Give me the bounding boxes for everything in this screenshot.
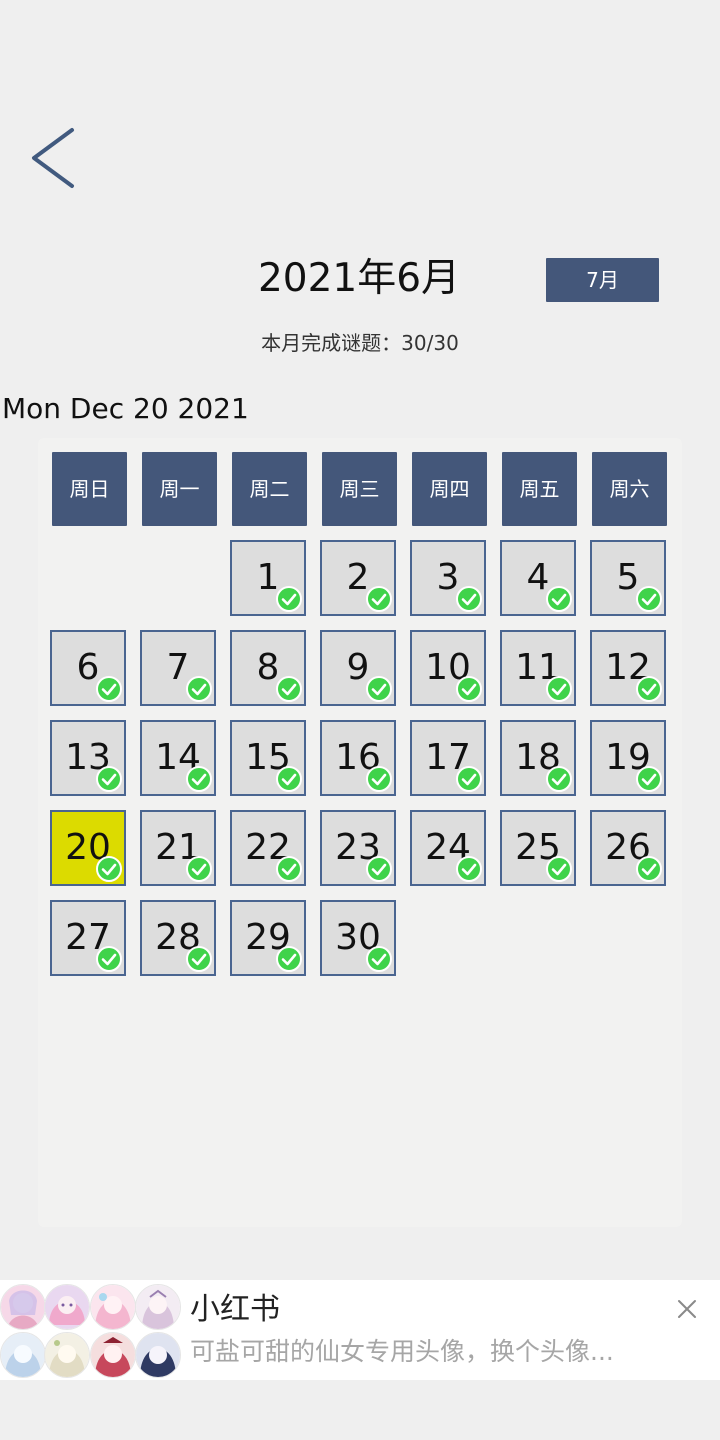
check-circle-icon (545, 855, 573, 883)
check-circle-icon (455, 585, 483, 613)
close-icon (678, 1300, 696, 1318)
next-month-button[interactable]: 7月 (546, 258, 659, 302)
calendar-day-22[interactable]: 22 (230, 810, 306, 886)
monthly-progress-text: 本月完成谜题：30/30 (261, 331, 459, 355)
calendar-day-10[interactable]: 10 (410, 630, 486, 706)
calendar-day-14[interactable]: 14 (140, 720, 216, 796)
ad-description: 可盐可甜的仙女专用头像，换个头像... (190, 1337, 614, 1366)
current-date-text: Mon Dec 20 2021 (2, 392, 249, 425)
close-ad-button[interactable] (672, 1294, 702, 1324)
calendar-day-1[interactable]: 1 (230, 540, 306, 616)
check-circle-icon (275, 765, 303, 793)
calendar-day-2[interactable]: 2 (320, 540, 396, 616)
check-circle-icon (95, 675, 123, 703)
calendar-day-8[interactable]: 8 (230, 630, 306, 706)
check-circle-icon (95, 855, 123, 883)
calendar-day-11[interactable]: 11 (500, 630, 576, 706)
calendar-day-19[interactable]: 19 (590, 720, 666, 796)
check-circle-icon (365, 585, 393, 613)
avatar-thumbnail (44, 1332, 90, 1378)
check-circle-icon (635, 585, 663, 613)
avatar-thumbnail (135, 1332, 181, 1378)
check-circle-icon (275, 855, 303, 883)
calendar-day-27[interactable]: 27 (50, 900, 126, 976)
calendar-day-9[interactable]: 9 (320, 630, 396, 706)
weekday-sat: 周六 (592, 452, 667, 526)
calendar-day-6[interactable]: 6 (50, 630, 126, 706)
calendar-day-15[interactable]: 15 (230, 720, 306, 796)
avatar-thumbnail (135, 1284, 181, 1330)
check-circle-icon (275, 945, 303, 973)
calendar-day-29[interactable]: 29 (230, 900, 306, 976)
weekday-fri: 周五 (502, 452, 577, 526)
check-circle-icon (185, 855, 213, 883)
calendar-day-3[interactable]: 3 (410, 540, 486, 616)
calendar-day-18[interactable]: 18 (500, 720, 576, 796)
calendar-day-23[interactable]: 23 (320, 810, 396, 886)
avatar-thumbnail (44, 1284, 90, 1330)
check-circle-icon (365, 945, 393, 973)
weekday-thu: 周四 (412, 452, 487, 526)
chevron-left-icon (32, 128, 74, 188)
calendar-day-21[interactable]: 21 (140, 810, 216, 886)
avatar-thumbnail (90, 1284, 136, 1330)
calendar-day-7[interactable]: 7 (140, 630, 216, 706)
check-circle-icon (545, 675, 573, 703)
check-circle-icon (635, 765, 663, 793)
check-circle-icon (185, 675, 213, 703)
calendar-day-12[interactable]: 12 (590, 630, 666, 706)
calendar-day-20[interactable]: 20 (50, 810, 126, 886)
check-circle-icon (185, 945, 213, 973)
check-circle-icon (95, 945, 123, 973)
calendar-day-17[interactable]: 17 (410, 720, 486, 796)
month-title: 2021年6月 (257, 256, 461, 301)
calendar-day-25[interactable]: 25 (500, 810, 576, 886)
avatar-thumbnail (0, 1332, 46, 1378)
check-circle-icon (185, 765, 213, 793)
weekday-tue: 周二 (232, 452, 307, 526)
ad-thumbnail-grid (0, 1284, 181, 1378)
weekday-sun: 周日 (52, 452, 127, 526)
weekday-mon: 周一 (142, 452, 217, 526)
check-circle-icon (275, 675, 303, 703)
calendar-day-16[interactable]: 16 (320, 720, 396, 796)
calendar-day-24[interactable]: 24 (410, 810, 486, 886)
check-circle-icon (635, 675, 663, 703)
calendar-day-4[interactable]: 4 (500, 540, 576, 616)
check-circle-icon (365, 765, 393, 793)
ad-banner[interactable]: 小红书 可盐可甜的仙女专用头像，换个头像... (0, 1280, 720, 1380)
avatar-thumbnail (0, 1284, 46, 1330)
check-circle-icon (455, 855, 483, 883)
back-button[interactable] (22, 120, 92, 200)
calendar-day-26[interactable]: 26 (590, 810, 666, 886)
ad-title: 小红书 (190, 1292, 280, 1327)
calendar-panel: 周日 周一 周二 周三 周四 周五 周六 1 2 3 4 5 6 7 8 9 10 11 12 13 14… (38, 438, 682, 1227)
avatar-thumbnail (90, 1332, 136, 1378)
check-circle-icon (455, 765, 483, 793)
check-circle-icon (365, 855, 393, 883)
weekday-wed: 周三 (322, 452, 397, 526)
check-circle-icon (95, 765, 123, 793)
calendar-day-28[interactable]: 28 (140, 900, 216, 976)
check-circle-icon (545, 585, 573, 613)
calendar-day-5[interactable]: 5 (590, 540, 666, 616)
check-circle-icon (545, 765, 573, 793)
calendar-day-13[interactable]: 13 (50, 720, 126, 796)
check-circle-icon (275, 585, 303, 613)
check-circle-icon (635, 855, 663, 883)
check-circle-icon (455, 675, 483, 703)
calendar-day-30[interactable]: 30 (320, 900, 396, 976)
check-circle-icon (365, 675, 393, 703)
